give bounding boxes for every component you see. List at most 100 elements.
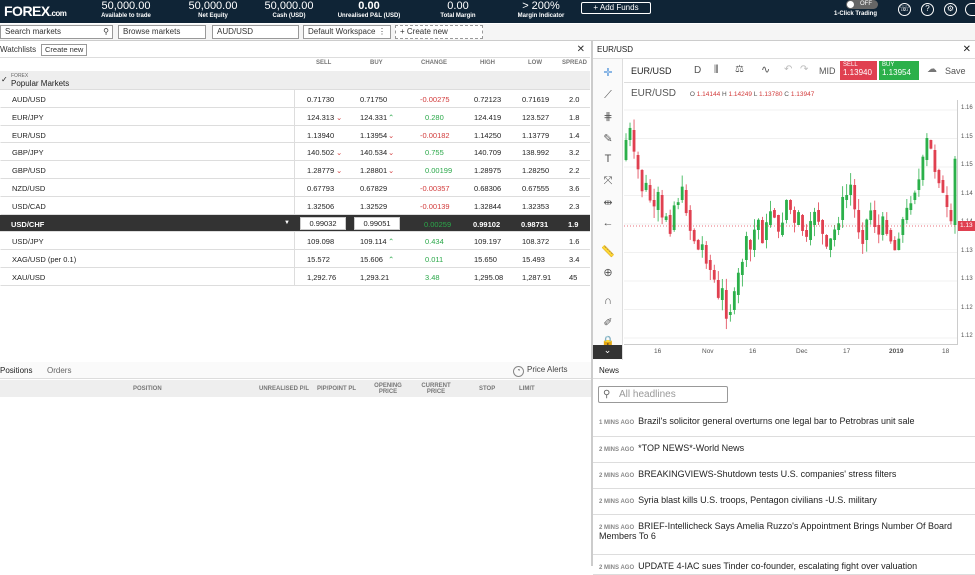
search-markets-input[interactable]: Search markets ⚲ — [0, 25, 113, 39]
col-high[interactable]: HIGH — [480, 60, 495, 66]
news-item[interactable]: 1 MINS AGO Brazil's solicitor general ove… — [593, 410, 975, 437]
legend-symbol[interactable]: EUR/USD — [631, 88, 676, 99]
news-headline[interactable]: BREAKINGVIEWS-Shutdown tests U.S. compan… — [638, 469, 896, 479]
sell-price[interactable]: 0.71730 — [307, 95, 334, 104]
market-name[interactable]: EUR/USD — [12, 131, 46, 140]
buy-price[interactable]: 124.331 — [360, 113, 387, 122]
trend-line-icon[interactable]: ⟋ — [600, 89, 616, 105]
chevron-down-icon[interactable]: ✓ — [1, 75, 8, 84]
create-watchlist-button[interactable]: Create new — [41, 44, 88, 56]
buy-price[interactable]: 0.71750 — [360, 95, 387, 104]
news-item[interactable]: 2 MINS AGO *TOP NEWS*-World News — [593, 437, 975, 463]
measure-icon[interactable]: ⇹ — [600, 196, 616, 212]
watchlist-group[interactable]: ✓ FOREX Popular Markets — [0, 71, 590, 90]
buy-price[interactable]: 0.67829 — [360, 184, 387, 193]
col-low[interactable]: LOW — [528, 60, 542, 66]
buy-price[interactable]: 1.32529 — [360, 202, 387, 211]
col-buy[interactable]: BUY — [370, 60, 383, 66]
news-search-input[interactable]: ⚲ All headlines — [598, 386, 728, 403]
news-item[interactable]: 2 MINS AGO Syria blast kills U.S. troops,… — [593, 489, 975, 515]
sell-price[interactable]: 1.28779 — [307, 166, 334, 175]
market-name[interactable]: XAG/USD (per 0.1) — [12, 255, 76, 264]
sell-price[interactable]: 15.572 — [307, 255, 330, 264]
create-workspace-button[interactable]: + Create new — [395, 25, 483, 39]
more-icon[interactable]: ⋮ — [378, 26, 386, 38]
tab-positions[interactable]: Positions — [0, 366, 32, 375]
watchlist-row[interactable]: GBP/USD 1.28779 ⌄ 1.28801 ⌄ 0.00199 1.28975 1.2… — [0, 161, 590, 179]
news-item[interactable]: 2 MINS AGO BREAKINGVIEWS-Shutdown tests U… — [593, 463, 975, 489]
help-icon[interactable]: ? — [921, 3, 934, 16]
zoom-icon[interactable]: ⊕ — [600, 266, 616, 282]
forex-logo[interactable]: FOREX.com — [4, 3, 67, 19]
sell-price[interactable]: 124.313 — [307, 113, 334, 122]
price-chart[interactable] — [624, 100, 957, 340]
text-icon[interactable]: T — [600, 153, 616, 169]
market-name[interactable]: XAU/USD — [12, 273, 45, 282]
buy-price[interactable]: 1.28801 — [360, 166, 387, 175]
phone-icon[interactable]: ☏ — [898, 3, 911, 16]
save-button[interactable]: Save — [945, 66, 966, 76]
col-unrealised-pl[interactable]: UNREALISED P/L — [259, 386, 309, 392]
watchlist-row[interactable]: USD/CHF ▼ 0.99032 0.99051 0.00259 0.99102 0.98… — [0, 214, 590, 233]
buy-price[interactable]: 1.13954 — [360, 131, 387, 140]
news-headline[interactable]: Brazil's solicitor general overturns one… — [638, 416, 914, 426]
ruler-icon[interactable]: 📏 — [600, 245, 616, 261]
browse-markets-tab[interactable]: Browse markets — [118, 25, 206, 39]
brush-icon[interactable]: ✎ — [600, 132, 616, 148]
market-name[interactable]: USD/JPY — [12, 237, 44, 246]
add-funds-button[interactable]: + Add Funds — [581, 2, 651, 14]
market-name[interactable]: AUD/USD — [12, 95, 46, 104]
news-headline[interactable]: *TOP NEWS*-World News — [638, 443, 744, 453]
tab-orders[interactable]: Orders — [47, 366, 71, 375]
buy-price[interactable]: 15.606 — [360, 255, 383, 264]
sell-button[interactable]: SELL 1.13940 — [840, 61, 877, 80]
col-opening-price[interactable]: OPENING PRICE — [370, 383, 406, 395]
candles-icon[interactable]: ⫴ — [714, 64, 719, 77]
sell-price[interactable]: 1,292.76 — [307, 273, 336, 282]
watchlist-row[interactable]: USD/CAD 1.32506 1.32529 -0.00139 1.32844 1.32… — [0, 196, 590, 215]
news-headline[interactable]: Syria blast kills U.S. troops, Pentagon … — [638, 495, 877, 505]
market-name[interactable]: NZD/USD — [12, 184, 45, 193]
sell-price[interactable]: 109.098 — [307, 237, 334, 246]
close-icon[interactable]: ✕ — [577, 42, 585, 58]
symbol-tab[interactable]: AUD/USD — [212, 25, 299, 39]
watchlist-row[interactable]: GBP/JPY 140.502 ⌄ 140.534 ⌄ 0.755 140.709 138.9… — [0, 143, 590, 162]
watchlist-row[interactable]: NZD/USD 0.67793 0.67829 -0.00357 0.68306 0.67… — [0, 179, 590, 197]
col-stop[interactable]: STOP — [479, 386, 495, 392]
sell-price-button[interactable]: 0.99032 — [300, 216, 346, 230]
col-current-price[interactable]: CURRENT PRICE — [418, 383, 454, 395]
settings-icon[interactable]: ⚙ — [944, 3, 957, 16]
fib-icon[interactable]: ⋕ — [600, 110, 616, 126]
redo-icon[interactable]: ↷ — [800, 64, 808, 75]
mid-button[interactable]: MID — [819, 66, 836, 76]
market-name[interactable]: USD/CAD — [12, 202, 46, 211]
cloud-save-icon[interactable]: ☁ — [927, 64, 937, 75]
arrow-left-icon[interactable]: ← — [600, 217, 616, 233]
watchlist-row[interactable]: EUR/JPY 124.313 ⌄ 124.331 ⌃ 0.280 124.419 123.5… — [0, 107, 590, 126]
buy-button[interactable]: BUY 1.13954 — [879, 61, 919, 80]
compare-icon[interactable]: ∿ — [761, 63, 770, 76]
one-click-trading-toggle[interactable]: OFF — [846, 0, 878, 9]
sell-price[interactable]: 1.13940 — [307, 131, 334, 140]
interval-button[interactable]: D — [694, 65, 701, 76]
sell-price[interactable]: 1.32506 — [307, 202, 334, 211]
news-headline[interactable]: UPDATE 4-IAC sues Tinder co-founder, esc… — [638, 561, 917, 571]
col-limit[interactable]: LIMIT — [519, 386, 535, 392]
chart-symbol-button[interactable]: EUR/USD — [631, 66, 672, 76]
news-headline[interactable]: BRIEF-Intellicheck Says Amelia Ruzzo's A… — [599, 521, 952, 541]
time-axis[interactable]: 16 Nov 16 Dec 17 2019 18 — [624, 344, 957, 358]
col-sell[interactable]: SELL — [316, 60, 331, 66]
indicators-icon[interactable]: ⚖ — [735, 64, 744, 75]
news-item[interactable]: 2 MINS AGO UPDATE 4-IAC sues Tinder co-fo… — [593, 555, 975, 575]
undo-icon[interactable]: ↶ — [784, 64, 792, 75]
magnet-icon[interactable]: ∩ — [600, 295, 616, 311]
watchlist-row[interactable]: XAG/USD (per 0.1) 15.572 15.606 ⌃ 0.011 15.65… — [0, 250, 590, 268]
sell-price[interactable]: 0.67793 — [307, 184, 334, 193]
col-pip-point-pl[interactable]: PIP/POINT PL — [317, 386, 356, 392]
buy-price[interactable]: 109.114 — [360, 237, 387, 246]
col-spread[interactable]: SPREAD — [562, 60, 587, 66]
buy-price[interactable]: 140.534 — [360, 148, 387, 157]
watchlist-row[interactable]: AUD/USD 0.71730 0.71750 -0.00275 0.72123 0.71… — [0, 90, 590, 108]
news-item[interactable]: 2 MINS AGO BRIEF-Intellicheck Says Amelia… — [593, 515, 975, 555]
col-change[interactable]: CHANGE — [421, 60, 447, 66]
